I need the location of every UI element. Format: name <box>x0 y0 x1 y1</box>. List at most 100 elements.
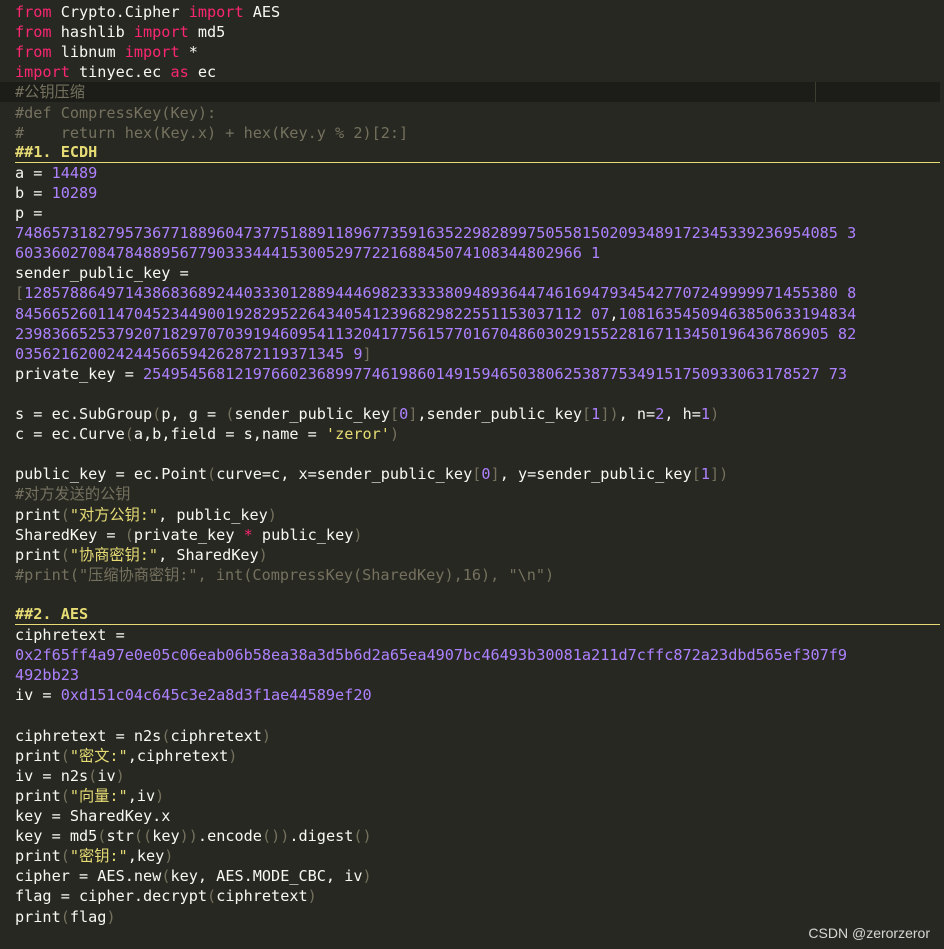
code-token: ) <box>106 907 116 926</box>
code-line[interactable]: from libnum import * <box>15 42 940 62</box>
code-token: ) <box>710 405 720 423</box>
code-line[interactable]: 492bb23 <box>15 665 940 685</box>
code-line[interactable]: iv = 0xd151c04c645c3e2a8d3f1ae44589ef20 <box>15 685 940 705</box>
code-line[interactable]: p = <box>15 203 940 223</box>
code-token: 2398366525379207182970703919460954113204… <box>15 324 857 343</box>
code-token: ) <box>164 847 174 866</box>
code-line[interactable]: print("协商密钥:", SharedKey) <box>15 545 940 565</box>
code-line[interactable] <box>15 706 940 726</box>
code-line[interactable]: private_key = 25495456812197660236899774… <box>15 364 940 384</box>
code-token: 0 <box>481 465 491 484</box>
code-token: key = SharedKey.x <box>15 807 171 825</box>
code-token: [ <box>15 284 25 303</box>
code-token: sender_public_key = <box>15 264 198 283</box>
code-token: 7486573182795736771889604737751889118967… <box>15 224 857 243</box>
code-line[interactable]: print("对方公钥:", public_key) <box>15 505 940 525</box>
code-token: iv <box>97 766 116 785</box>
code-line[interactable]: print(flag) <box>15 907 940 927</box>
code-token: ( <box>60 847 70 866</box>
code-line[interactable]: 035621620024244566594262872119371345 9] <box>15 344 940 364</box>
code-line[interactable]: a = 14489 <box>15 163 940 183</box>
code-line[interactable]: ##1. ECDH <box>15 143 940 163</box>
code-line[interactable]: ciphretext = n2s(ciphretext) <box>15 726 940 746</box>
code-line[interactable]: b = 10289 <box>15 183 940 203</box>
code-token: ) <box>155 786 165 805</box>
code-line[interactable]: print("密钥:",key) <box>15 846 940 866</box>
code-line[interactable]: ciphretext = <box>15 625 940 645</box>
code-token: print <box>15 505 61 524</box>
code-line[interactable]: sender_public_key = <box>15 263 940 283</box>
code-token: .encode <box>197 827 262 846</box>
code-line[interactable]: s = ec.SubGroup(p, g = (sender_public_ke… <box>15 404 940 424</box>
code-token: 10289 <box>51 183 98 202</box>
code-token: 6033602708478488956779033344415300529772… <box>15 244 601 263</box>
code-line[interactable]: SharedKey = (private_key * public_key) <box>15 525 940 545</box>
code-line[interactable]: cipher = AES.new(key, AES.MODE_CBC, iv) <box>15 866 940 886</box>
code-token: (( <box>133 827 153 846</box>
code-line[interactable]: [128578864971438683689244033301288944469… <box>15 283 940 303</box>
code-token: public_key <box>252 525 354 544</box>
code-token: ( <box>207 465 217 484</box>
code-line[interactable]: # return hex(Key.x) + hex(Key.y % 2)[2:] <box>15 123 940 143</box>
code-line[interactable]: #print("压缩协商密钥:", int(CompressKey(Shared… <box>15 565 940 585</box>
code-line[interactable] <box>15 384 940 404</box>
code-token: , y=sender_public_key <box>499 465 692 484</box>
code-line[interactable]: from Crypto.Cipher import AES <box>15 2 940 22</box>
code-token: private_key <box>133 525 244 544</box>
code-line[interactable]: #公钥压缩 <box>0 82 940 103</box>
code-token: 0 <box>399 405 409 423</box>
code-line[interactable]: print("向量:",iv) <box>15 786 940 806</box>
code-line[interactable]: ##2. AES <box>15 605 940 626</box>
code-token: ) <box>267 505 277 524</box>
code-line[interactable]: c = ec.Curve(a,b,field = s,name = 'zeror… <box>15 424 940 444</box>
code-token: SharedKey = <box>15 525 125 544</box>
code-token: curve=c, x=sender_public_key <box>216 465 473 484</box>
code-token: #对方发送的公钥 <box>15 485 131 504</box>
code-token: ( <box>60 505 70 524</box>
code-line[interactable]: 6033602708478488956779033344415300529772… <box>15 243 940 263</box>
code-line[interactable]: public_key = ec.Point(curve=c, x=sender_… <box>15 464 940 484</box>
code-token: c = ec.Curve <box>15 425 125 444</box>
ruler-guide <box>815 82 816 102</box>
code-line[interactable] <box>15 444 940 464</box>
code-token: 10816354509463850633194834 <box>618 304 857 323</box>
code-token: # return hex(Key.x) + hex(Key.y % 2)[2:] <box>15 123 409 142</box>
code-line[interactable]: 8456652601147045234490019282952264340541… <box>15 304 940 324</box>
code-line[interactable]: key = SharedKey.x <box>15 806 940 826</box>
code-token: import <box>133 23 189 42</box>
code-token: 035621620024244566594262872119371345 9 <box>15 344 363 363</box>
code-token: print <box>15 907 61 926</box>
code-token: ) <box>362 867 372 886</box>
code-line[interactable]: 7486573182795736771889604737751889118967… <box>15 223 940 243</box>
code-line[interactable]: key = md5(str((key)).encode()).digest() <box>15 826 940 846</box>
code-line[interactable]: print("密文:",ciphretext) <box>15 746 940 766</box>
code-token: ( <box>207 887 217 906</box>
code-token: as <box>170 63 189 82</box>
code-token: ) <box>353 525 363 544</box>
code-token: 0xd151c04c645c3e2a8d3f1ae44589ef20 <box>60 686 372 705</box>
code-token: ( <box>124 525 134 544</box>
code-line[interactable]: #对方发送的公钥 <box>15 484 940 504</box>
code-token: "向量:" <box>69 786 128 805</box>
code-line[interactable]: #def CompressKey(Key): <box>15 103 940 123</box>
code-token: from <box>15 43 52 62</box>
code-token: ,ciphretext <box>127 746 229 765</box>
code-token: flag = cipher.decrypt <box>15 887 208 906</box>
code-line[interactable]: flag = cipher.decrypt(ciphretext) <box>15 886 940 906</box>
code-token: 492bb23 <box>15 666 80 685</box>
code-token: #公钥压缩 <box>15 83 85 102</box>
code-token: )) <box>179 827 198 846</box>
code-line[interactable] <box>15 585 940 605</box>
code-line[interactable]: 0x2f65ff4a97e0e05c06eab06b58ea38a3d5b6d2… <box>15 645 940 665</box>
code-token: [ <box>389 405 400 423</box>
code-line[interactable]: 2398366525379207182970703919460954113204… <box>15 324 940 344</box>
code-line[interactable]: iv = n2s(iv) <box>15 766 940 786</box>
code-line[interactable]: import tinyec.ec as ec <box>15 62 940 82</box>
code-line[interactable]: from hashlib import md5 <box>15 22 940 42</box>
code-token: a = <box>15 163 52 182</box>
code-token: , n= <box>618 405 656 423</box>
code-token: p = <box>15 204 52 222</box>
code-token: 14489 <box>51 163 98 182</box>
code-token: tinyec.ec <box>69 63 171 82</box>
code-token: 'zeror' <box>325 425 390 444</box>
